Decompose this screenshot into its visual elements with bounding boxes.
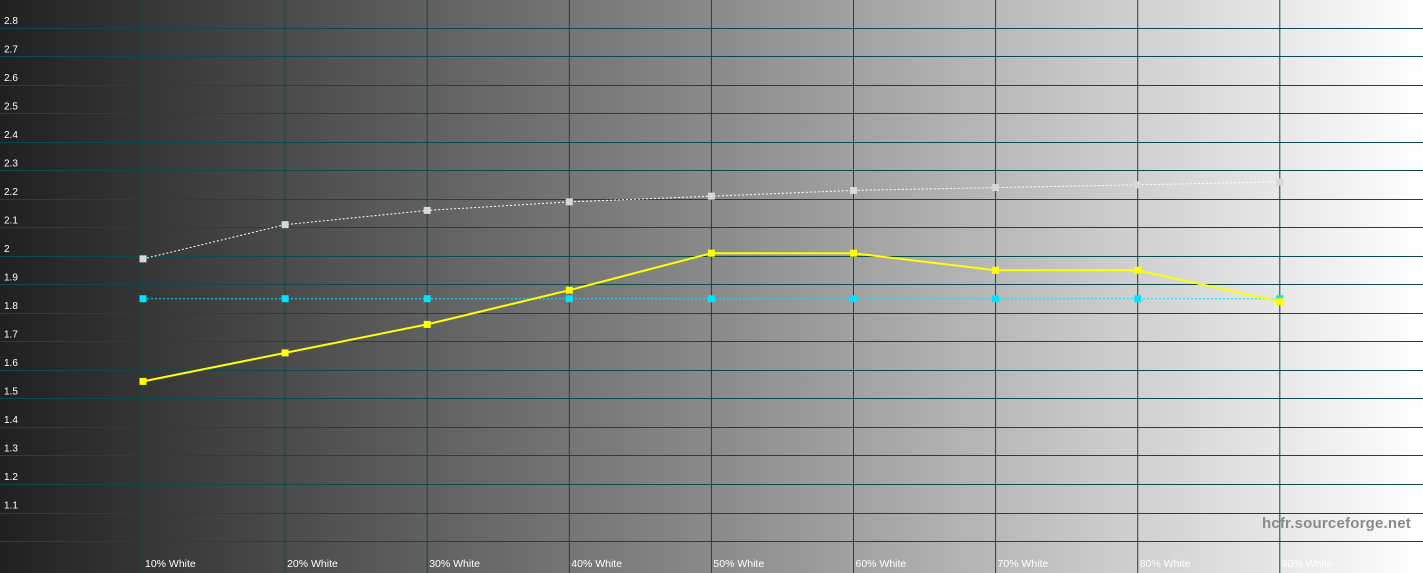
data-point — [850, 295, 857, 303]
data-point — [281, 221, 289, 229]
y-tick-label: 2.4 — [4, 130, 18, 141]
x-tick-label: 40% White — [571, 558, 622, 570]
data-point — [1276, 298, 1284, 306]
data-point — [1134, 266, 1142, 274]
data-point — [281, 349, 289, 357]
y-tick-label: 2 — [4, 244, 10, 255]
x-tick-label: 70% White — [998, 558, 1049, 570]
y-tick-label: 2.6 — [4, 73, 18, 84]
data-point — [565, 198, 573, 206]
y-tick-label: 1.1 — [4, 501, 18, 512]
x-tick-label: 20% White — [287, 558, 338, 570]
data-point — [850, 249, 857, 257]
chart-canvas: 2.92.82.72.62.52.42.32.22.121.91.81.71.6… — [0, 0, 1423, 573]
y-tick-label: 1.6 — [4, 358, 18, 369]
x-tick-label: 90% White — [1282, 558, 1333, 570]
data-point — [1134, 295, 1142, 303]
data-point — [992, 295, 1000, 303]
x-tick-label: 50% White — [713, 558, 764, 570]
x-tick-label: 30% White — [429, 558, 480, 570]
y-tick-label: 1.9 — [4, 273, 18, 284]
y-tick-label: 1.4 — [4, 415, 18, 426]
data-point — [139, 255, 147, 263]
data-point — [992, 184, 1000, 192]
data-point — [707, 295, 715, 303]
data-point — [565, 295, 573, 303]
data-point — [992, 266, 1000, 274]
y-tick-label: 2.1 — [4, 216, 18, 227]
data-point — [1276, 178, 1284, 186]
y-tick-label: 2.7 — [4, 45, 18, 56]
data-point — [139, 377, 147, 385]
y-tick-label: 2.2 — [4, 187, 18, 198]
data-point — [139, 295, 147, 303]
gamma-chart: 2.92.82.72.62.52.42.32.22.121.91.81.71.6… — [0, 0, 1423, 573]
x-tick-label: 60% White — [856, 558, 907, 570]
y-tick-label: 2.3 — [4, 159, 18, 170]
data-point — [281, 295, 289, 303]
y-tick-label: 1.3 — [4, 444, 18, 455]
watermark-text: hcfr.sourceforge.net — [1261, 515, 1411, 532]
data-point — [1134, 181, 1142, 189]
data-point — [423, 295, 431, 303]
data-point — [423, 206, 431, 214]
y-tick-label: 1.8 — [4, 301, 18, 312]
y-tick-label: 2.8 — [4, 16, 18, 27]
y-tick-label: 1.2 — [4, 472, 18, 483]
x-tick-label: 80% White — [1140, 558, 1191, 570]
x-tick-labels: 10% White 20% White 30% White 40% White 50% … — [145, 558, 1333, 570]
x-tick-label: 10% White — [145, 558, 196, 570]
data-point — [850, 186, 857, 194]
data-point — [423, 320, 431, 328]
data-point — [707, 192, 715, 200]
y-tick-label: 1.7 — [4, 330, 18, 341]
y-tick-label: 2.5 — [4, 102, 18, 113]
data-point — [707, 249, 715, 257]
y-tick-label: 1.5 — [4, 387, 18, 398]
data-point — [565, 286, 573, 294]
